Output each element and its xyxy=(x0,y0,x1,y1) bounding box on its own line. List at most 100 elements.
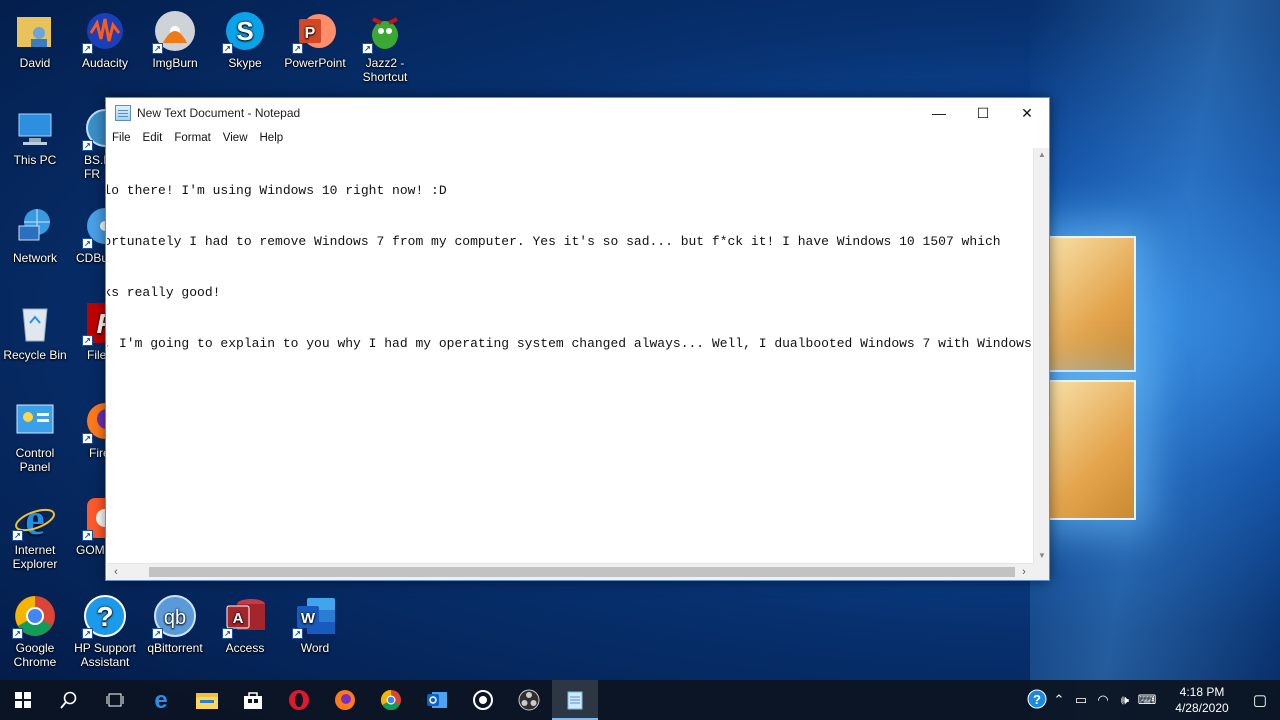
taskbar-edge[interactable]: e xyxy=(138,680,184,720)
taskbar-notepad[interactable] xyxy=(552,680,598,720)
start-icon xyxy=(15,692,31,708)
taskbar-chrome[interactable] xyxy=(368,680,414,720)
taskbar-firefox[interactable] xyxy=(322,680,368,720)
desktop-icon-jazz2[interactable]: ↗ Jazz2 - Shortcut xyxy=(350,8,420,84)
taskbar-store[interactable] xyxy=(230,680,276,720)
desktop-icon-label: Skype xyxy=(228,56,262,70)
desktop-icon-david[interactable]: David xyxy=(0,8,70,70)
wallpaper-window-pane-top xyxy=(1046,236,1136,372)
taskbar-opera[interactable] xyxy=(276,680,322,720)
maximize-button[interactable]: ☐ xyxy=(961,98,1005,128)
user-folder-icon xyxy=(12,8,58,54)
desktop-icon-label: Network xyxy=(12,251,57,265)
desktop-icon-hp-support[interactable]: ? ↗ HP Support Assistant xyxy=(70,593,140,669)
internet-explorer-icon: e ↗ xyxy=(12,495,58,541)
media-icon xyxy=(473,690,493,710)
desktop-icon-label: Fire xyxy=(89,446,108,460)
desktop-icon-label: CDBu xyxy=(76,251,108,265)
scroll-up-icon[interactable]: ▲ xyxy=(1034,148,1050,162)
notification-icon[interactable]: ▢ xyxy=(1240,691,1280,709)
menu-view[interactable]: View xyxy=(217,132,254,144)
text-line: works really good! xyxy=(107,285,221,300)
desktop-icon-filezilla[interactable]: F↗ File xyxy=(70,300,108,362)
vertical-scrollbar[interactable]: ▲ ▼ xyxy=(1033,148,1049,563)
chevron-up-icon[interactable]: ⌃ xyxy=(1048,692,1070,708)
notepad-icon xyxy=(567,691,583,710)
desktop-icon-label: Recycle Bin xyxy=(3,348,67,362)
desktop-icon-word[interactable]: W ↗ Word xyxy=(280,593,350,655)
desktop-icon-label: Control Panel xyxy=(15,446,55,474)
audacity-icon: ↗ xyxy=(82,8,128,54)
text-line: Now, I'm going to explain to you why I h… xyxy=(107,336,1033,351)
outlook-icon xyxy=(427,692,447,708)
volume-icon[interactable]: 🕪 xyxy=(1114,692,1136,708)
desktop-icon-recycle-bin[interactable]: Recycle Bin xyxy=(0,300,70,362)
taskbar-obs[interactable] xyxy=(506,680,552,720)
desktop-icon-network[interactable]: Network xyxy=(0,203,70,265)
jazz2-icon: ↗ xyxy=(362,8,408,54)
svg-text:?: ? xyxy=(1033,692,1041,707)
menu-help[interactable]: Help xyxy=(254,132,290,144)
desktop-icon-audacity[interactable]: ↗ Audacity xyxy=(70,8,140,70)
desktop-icon-this-pc[interactable]: This PC xyxy=(0,105,70,167)
help-tray-icon[interactable]: ? xyxy=(1026,689,1048,712)
desktop-icon-imgburn[interactable]: ↗ ImgBurn xyxy=(140,8,210,70)
desktop-icon-bsplayer[interactable]: ↗ BS.P FR xyxy=(70,105,108,181)
text-editor[interactable]: Hello there! I'm using Windows 10 right … xyxy=(107,148,1033,563)
wifi-icon[interactable]: ◠ xyxy=(1092,692,1114,708)
clock-time: 4:18 PM xyxy=(1179,685,1225,699)
notepad-window[interactable]: New Text Document - Notepad — ☐ ✕ File E… xyxy=(105,97,1050,581)
desktop-icon-label: qBittorrent xyxy=(147,641,203,655)
file-explorer-icon xyxy=(196,693,218,709)
desktop-icon-label: HP Support Assistant xyxy=(74,641,136,669)
this-pc-icon xyxy=(12,105,58,151)
notepad-app-icon xyxy=(115,105,131,121)
opera-icon xyxy=(289,690,309,710)
svg-text:e: e xyxy=(25,496,45,540)
store-icon xyxy=(244,692,262,709)
desktop-icon-internet-explorer[interactable]: e ↗ Internet Explorer xyxy=(0,495,70,571)
desktop-icon-skype[interactable]: S ↗ Skype xyxy=(210,8,280,70)
task-view-button[interactable] xyxy=(92,680,138,720)
scroll-right-icon[interactable]: › xyxy=(1017,564,1031,580)
clock[interactable]: 4:18 PM 4/28/2020 xyxy=(1164,684,1240,716)
minimize-button[interactable]: — xyxy=(917,98,961,128)
recycle-bin-icon xyxy=(12,300,58,346)
taskbar-media[interactable] xyxy=(460,680,506,720)
desktop-icon-label: Audacity xyxy=(81,56,129,70)
menu-edit[interactable]: Edit xyxy=(137,132,169,144)
desktop-icon-label: PowerPoint xyxy=(284,56,346,70)
obs-icon xyxy=(518,689,540,711)
text-line: Unfortunately I had to remove Windows 7 … xyxy=(107,234,1001,249)
window-title: New Text Document - Notepad xyxy=(137,106,301,120)
maximize-icon: ☐ xyxy=(976,104,990,121)
desktop-icon-gom-player[interactable]: ↗ GOM xyxy=(70,495,108,557)
close-icon: ✕ xyxy=(1021,104,1033,121)
start-button[interactable] xyxy=(0,680,46,720)
close-button[interactable]: ✕ xyxy=(1005,98,1049,128)
menu-file[interactable]: File xyxy=(106,132,137,144)
scroll-down-icon[interactable]: ▼ xyxy=(1034,549,1050,563)
desktop-icon-access[interactable]: A ↗ Access xyxy=(210,593,280,655)
desktop-icon-powerpoint[interactable]: P ↗ PowerPoint xyxy=(280,8,350,70)
taskbar-outlook[interactable] xyxy=(414,680,460,720)
window-controls: — ☐ ✕ xyxy=(917,98,1049,128)
desktop-icon-google-chrome[interactable]: ↗ Google Chrome xyxy=(0,593,70,669)
horizontal-scroll-thumb[interactable] xyxy=(149,567,1015,577)
title-bar[interactable]: New Text Document - Notepad — ☐ ✕ xyxy=(106,98,1049,128)
keyboard-icon[interactable]: ⌨ xyxy=(1136,692,1158,708)
desktop-icon-label: Access xyxy=(225,641,265,655)
desktop-icon-control-panel[interactable]: Control Panel xyxy=(0,398,70,474)
desktop-icon-cdburner[interactable]: ↗ CDBu xyxy=(70,203,108,265)
search-button[interactable] xyxy=(46,680,92,720)
taskbar-file-explorer[interactable] xyxy=(184,680,230,720)
menu-format[interactable]: Format xyxy=(168,132,216,144)
battery-icon[interactable]: ▭ xyxy=(1070,692,1092,708)
horizontal-scrollbar[interactable]: ‹ › xyxy=(107,563,1033,580)
desktop-icon-firefox[interactable]: ↗ Fire xyxy=(70,398,108,460)
desktop-icon-qbittorrent[interactable]: qb ↗ qBittorrent xyxy=(140,593,210,655)
task-view-icon xyxy=(106,693,124,707)
taskbar: e ? ⌃ ▭ ◠ 🕪 ⌨ 4:18 PM 4/28/2020 ▢ xyxy=(0,680,1280,720)
desktop-icon-label: This PC xyxy=(13,153,57,167)
scroll-left-icon[interactable]: ‹ xyxy=(109,564,123,580)
